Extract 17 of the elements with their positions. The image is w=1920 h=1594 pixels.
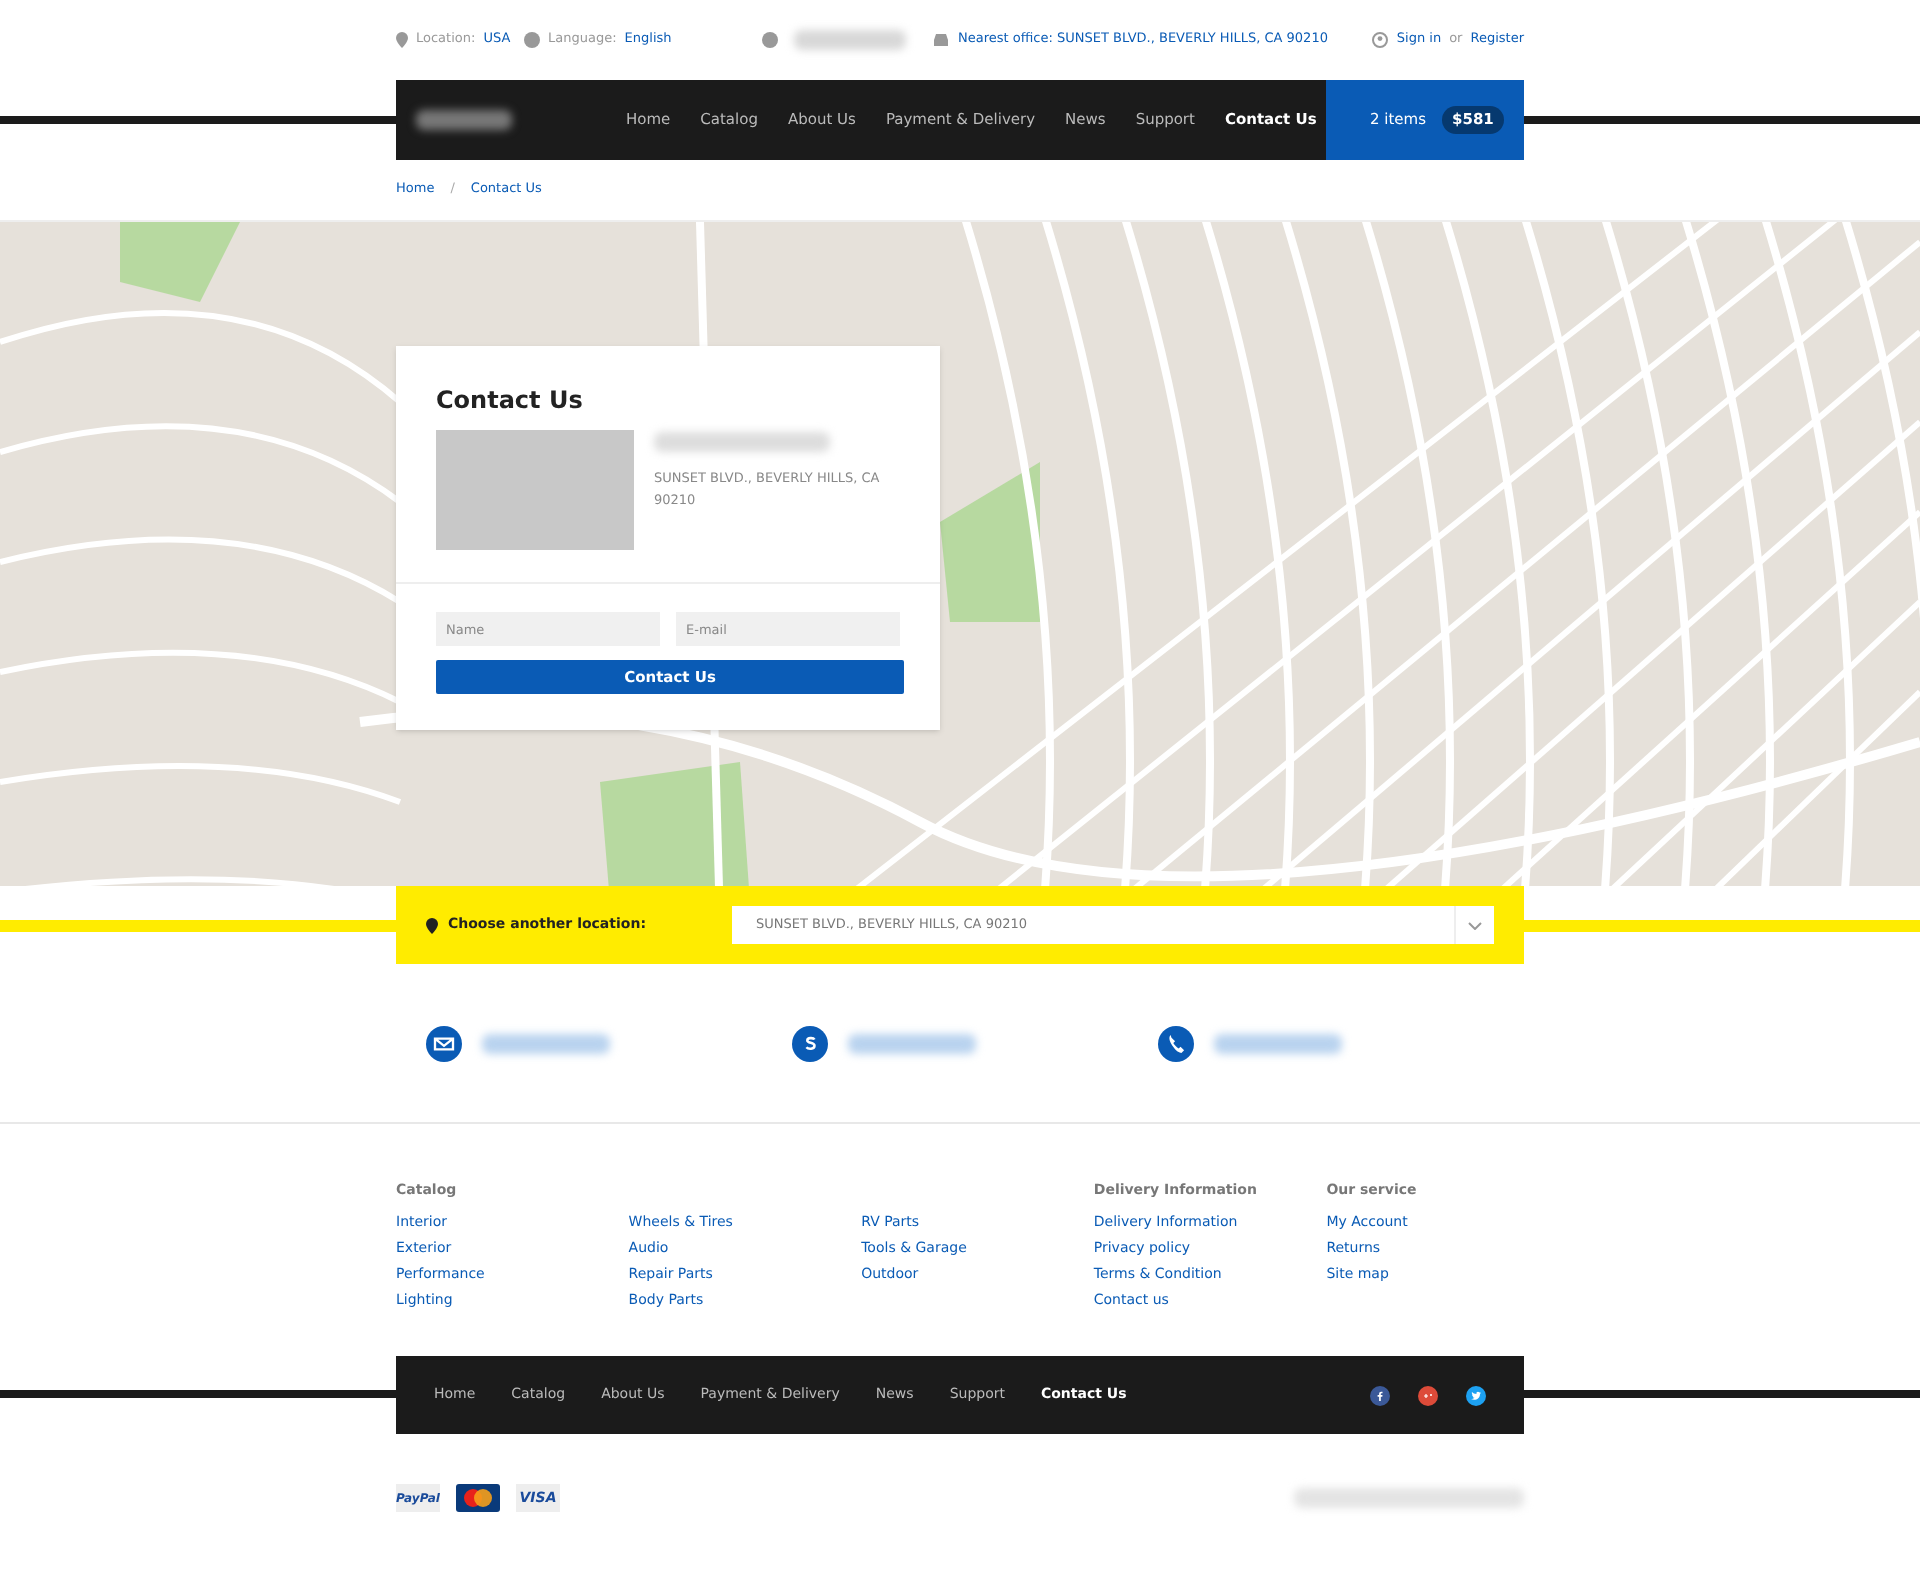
blurred-block: [1214, 1033, 1342, 1053]
blurred-block: [416, 110, 512, 130]
card-title: Contact Us: [436, 384, 585, 418]
user-icon: [1372, 32, 1389, 48]
location-pin-icon: [426, 917, 438, 933]
car-icon: [932, 33, 950, 47]
google-plus-icon[interactable]: [1418, 1385, 1438, 1405]
blurred-block: [482, 1033, 610, 1053]
blurred-block: [848, 1033, 976, 1053]
blurred-block: [794, 30, 906, 50]
location-pin-icon: [396, 32, 408, 48]
mastercard-logo: [456, 1484, 500, 1512]
skype-icon: [792, 1025, 828, 1061]
envelope-icon: [426, 1025, 462, 1061]
chevron-down-icon: [1468, 921, 1482, 929]
twitter-icon[interactable]: [1466, 1385, 1486, 1405]
facebook-icon[interactable]: [1370, 1385, 1390, 1405]
